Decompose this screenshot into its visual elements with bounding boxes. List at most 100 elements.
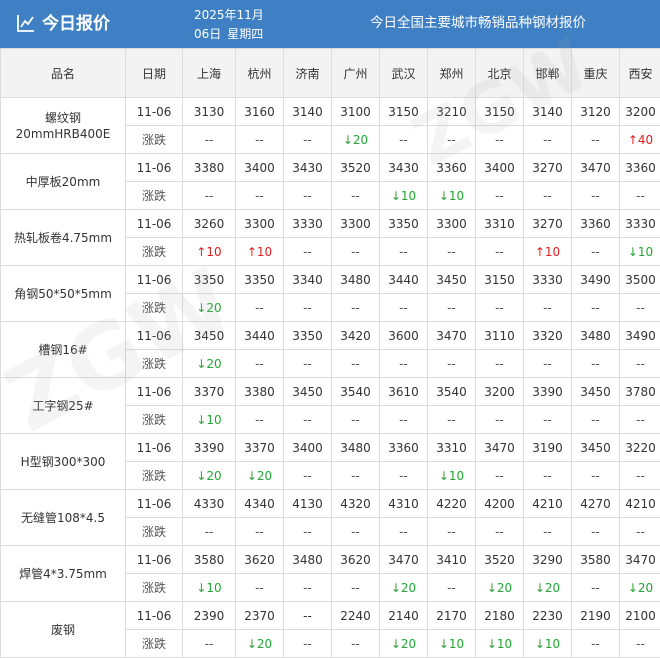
table-header-row: 品名 日期 上海 杭州 济南 广州 武汉 郑州 北京 邯郸 重庆 西安 xyxy=(1,49,660,98)
change-cell: -- xyxy=(284,238,332,266)
price-date: 11-06 xyxy=(126,266,183,294)
change-cell: ↓10 xyxy=(380,182,428,210)
change-cell: -- xyxy=(332,182,380,210)
change-cell: -- xyxy=(524,126,572,154)
change-cell: -- xyxy=(524,294,572,322)
price-cell: 2170 xyxy=(428,602,476,630)
price-cell: 3490 xyxy=(572,266,620,294)
price-cell: 3220 xyxy=(620,434,660,462)
change-cell: -- xyxy=(332,518,380,546)
col-header-city: 广州 xyxy=(332,49,380,98)
change-cell: -- xyxy=(620,182,660,210)
change-label: 涨跌 xyxy=(126,294,183,322)
change-cell: -- xyxy=(428,294,476,322)
price-cell: 2190 xyxy=(572,602,620,630)
col-header-city: 北京 xyxy=(476,49,524,98)
price-cell: 3470 xyxy=(620,546,660,574)
price-cell: 3580 xyxy=(572,546,620,574)
price-cell: 3140 xyxy=(284,98,332,126)
price-cell: 3480 xyxy=(572,322,620,350)
change-cell: -- xyxy=(524,462,572,490)
product-name: 角钢50*50*5mm xyxy=(1,266,126,322)
price-cell: 3480 xyxy=(332,266,380,294)
change-cell: -- xyxy=(476,406,524,434)
price-cell: 3330 xyxy=(284,210,332,238)
price-cell: -- xyxy=(284,602,332,630)
change-cell: -- xyxy=(380,462,428,490)
price-cell: 3270 xyxy=(524,154,572,182)
change-cell: -- xyxy=(620,294,660,322)
table-row: 槽钢16#11-06345034403350342036003470311033… xyxy=(1,322,660,350)
change-cell: -- xyxy=(183,518,236,546)
change-cell: -- xyxy=(284,462,332,490)
price-cell: 4130 xyxy=(284,490,332,518)
change-label: 涨跌 xyxy=(126,406,183,434)
price-cell: 2140 xyxy=(380,602,428,630)
price-cell: 4210 xyxy=(524,490,572,518)
price-cell: 3470 xyxy=(476,434,524,462)
change-cell: -- xyxy=(332,294,380,322)
change-cell: -- xyxy=(380,238,428,266)
change-cell: -- xyxy=(284,518,332,546)
price-cell: 3400 xyxy=(236,154,284,182)
change-cell: -- xyxy=(380,294,428,322)
change-cell: ↓10 xyxy=(620,238,660,266)
change-label: 涨跌 xyxy=(126,574,183,602)
change-cell: ↓20 xyxy=(380,574,428,602)
table-row: 螺纹钢20mmHRB400E11-06313031603140310031503… xyxy=(1,98,660,126)
price-cell: 3350 xyxy=(183,266,236,294)
change-cell: -- xyxy=(428,574,476,602)
change-cell: -- xyxy=(236,406,284,434)
change-cell: -- xyxy=(620,462,660,490)
col-header-name: 品名 xyxy=(1,49,126,98)
price-cell: 3470 xyxy=(380,546,428,574)
price-cell: 4320 xyxy=(332,490,380,518)
price-cell: 3290 xyxy=(524,546,572,574)
change-label: 涨跌 xyxy=(126,630,183,658)
col-header-city: 重庆 xyxy=(572,49,620,98)
change-cell: -- xyxy=(380,406,428,434)
price-cell: 3470 xyxy=(572,154,620,182)
col-header-city: 济南 xyxy=(284,49,332,98)
change-cell: ↓10 xyxy=(476,630,524,658)
price-cell: 3350 xyxy=(236,266,284,294)
change-cell: -- xyxy=(524,350,572,378)
price-cell: 3430 xyxy=(284,154,332,182)
change-cell: -- xyxy=(183,182,236,210)
page-title: 今日报价 xyxy=(42,12,110,36)
price-cell: 3360 xyxy=(620,154,660,182)
change-cell: -- xyxy=(380,350,428,378)
table-row: 无缝管108*4.511-064330434041304320431042204… xyxy=(1,490,660,518)
change-cell: ↓20 xyxy=(183,462,236,490)
product-name: H型钢300*300 xyxy=(1,434,126,490)
change-cell: ↓10 xyxy=(183,406,236,434)
col-header-city: 上海 xyxy=(183,49,236,98)
table-row: 角钢50*50*5mm11-06335033503340348034403450… xyxy=(1,266,660,294)
change-cell: -- xyxy=(524,518,572,546)
change-cell: ↓10 xyxy=(428,630,476,658)
price-date: 11-06 xyxy=(126,154,183,182)
change-cell: -- xyxy=(524,182,572,210)
price-cell: 2180 xyxy=(476,602,524,630)
price-cell: 3610 xyxy=(380,378,428,406)
change-cell: -- xyxy=(332,350,380,378)
price-cell: 3210 xyxy=(428,98,476,126)
price-cell: 3100 xyxy=(332,98,380,126)
change-cell: -- xyxy=(284,182,332,210)
price-cell: 3380 xyxy=(236,378,284,406)
price-cell: 3450 xyxy=(572,434,620,462)
price-cell: 3600 xyxy=(380,322,428,350)
price-cell: 3450 xyxy=(428,266,476,294)
change-cell: -- xyxy=(476,462,524,490)
table-row: 热轧板卷4.75mm11-063260330033303300335033003… xyxy=(1,210,660,238)
date-year-month: 2025年11月 xyxy=(194,7,264,23)
price-cell: 3410 xyxy=(428,546,476,574)
change-cell: -- xyxy=(572,574,620,602)
price-cell: 3580 xyxy=(183,546,236,574)
change-cell: ↓20 xyxy=(620,574,660,602)
price-cell: 3430 xyxy=(380,154,428,182)
change-cell: -- xyxy=(572,406,620,434)
change-cell: -- xyxy=(572,238,620,266)
price-cell: 3300 xyxy=(236,210,284,238)
price-cell: 3150 xyxy=(380,98,428,126)
